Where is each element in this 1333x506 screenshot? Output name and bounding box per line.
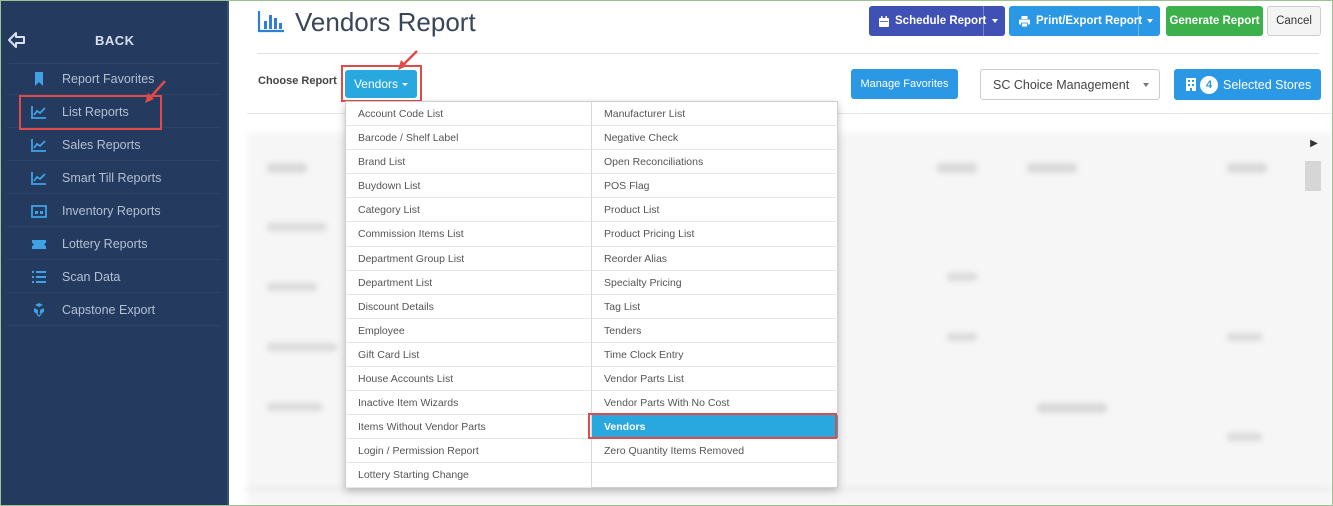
- sidebar-item-label: Capstone Export: [62, 303, 156, 317]
- cancel-label: Cancel: [1276, 15, 1312, 27]
- menu-item[interactable]: Manufacturer List: [592, 102, 838, 127]
- highlight-callout: [588, 413, 837, 439]
- menu-item[interactable]: Department List: [346, 271, 591, 295]
- menu-item[interactable]: Tag List: [592, 295, 838, 319]
- back-button[interactable]: BACK: [1, 23, 229, 59]
- warehouse-icon: [31, 203, 47, 219]
- menu-item[interactable]: Zero Quantity Items Removed: [592, 439, 838, 464]
- menu-item[interactable]: Specialty Pricing: [592, 271, 838, 295]
- sidebar-item-scan-data[interactable]: Scan Data: [7, 261, 221, 293]
- print-dropdown-toggle[interactable]: [1138, 6, 1160, 36]
- menu-item[interactable]: Department Group List: [346, 247, 591, 271]
- caret-down-icon: [991, 19, 998, 23]
- sidebar-item-label: Smart Till Reports: [62, 171, 162, 185]
- building-icon: [1186, 78, 1196, 91]
- sidebar-item-sales-reports[interactable]: Sales Reports: [7, 129, 221, 161]
- menu-column-right: Manufacturer List Negative Check Open Re…: [592, 102, 838, 464]
- menu-item[interactable]: Discount Details: [346, 295, 591, 319]
- caret-down-icon: [1146, 19, 1153, 23]
- sidebar-item-label: Lottery Reports: [62, 237, 148, 251]
- store-group-select[interactable]: SC Choice Management: [980, 69, 1160, 100]
- cubes-icon: [31, 302, 47, 318]
- menu-item[interactable]: Employee: [346, 319, 591, 343]
- back-label: BACK: [95, 33, 135, 48]
- menu-item[interactable]: Inactive Item Wizards: [346, 391, 591, 416]
- print-export-label: Print/Export Report: [1036, 15, 1143, 27]
- menu-item[interactable]: Login / Permission Report: [346, 439, 591, 464]
- sidebar-item-report-favorites[interactable]: Report Favorites: [7, 63, 221, 95]
- back-arrow-icon: [7, 30, 27, 50]
- schedule-report-label: Schedule Report: [895, 15, 987, 27]
- menu-item[interactable]: Lottery Starting Change: [346, 463, 591, 488]
- store-group-value: SC Choice Management: [993, 78, 1130, 92]
- callout-arrow-icon: [398, 50, 418, 70]
- sidebar: BACK Report Favorites List Reports Sales…: [1, 1, 229, 505]
- selected-stores-label: Selected Stores: [1223, 77, 1312, 92]
- menu-item[interactable]: Buydown List: [346, 174, 591, 199]
- sidebar-item-lottery-reports[interactable]: Lottery Reports: [7, 228, 221, 260]
- ticket-icon: [31, 236, 47, 252]
- list-icon: [31, 269, 47, 285]
- print-export-report-button[interactable]: Print/Export Report: [1009, 6, 1160, 36]
- menu-item[interactable]: Product Pricing List: [592, 222, 838, 247]
- menu-item[interactable]: Barcode / Shelf Label: [346, 126, 591, 151]
- manage-favorites-label: Manage Favorites: [860, 78, 949, 90]
- sidebar-item-capstone-export[interactable]: Capstone Export: [7, 294, 221, 326]
- menu-item[interactable]: Commission Items List: [346, 222, 591, 247]
- menu-item[interactable]: Product List: [592, 198, 838, 223]
- menu-item[interactable]: Negative Check: [592, 126, 838, 151]
- menu-item[interactable]: Account Code List: [346, 102, 591, 127]
- bookmark-icon: [31, 71, 47, 87]
- menu-item[interactable]: Gift Card List: [346, 343, 591, 368]
- chart-line-icon: [31, 170, 47, 186]
- callout-arrow-icon: [145, 80, 166, 103]
- scrollbar-thumb[interactable]: [1305, 161, 1321, 191]
- generate-report-label: Generate Report: [1169, 15, 1260, 27]
- menu-item[interactable]: POS Flag: [592, 174, 838, 199]
- schedule-dropdown-toggle[interactable]: [983, 6, 1005, 36]
- selected-stores-button[interactable]: 4 Selected Stores: [1174, 69, 1321, 100]
- menu-item[interactable]: Reorder Alias: [592, 247, 838, 271]
- menu-item[interactable]: House Accounts List: [346, 367, 591, 392]
- menu-item[interactable]: Vendor Parts With No Cost: [592, 391, 838, 416]
- menu-item[interactable]: Brand List: [346, 150, 591, 175]
- menu-item[interactable]: Items Without Vendor Parts: [346, 415, 591, 440]
- stores-count-badge: 4: [1200, 75, 1218, 94]
- menu-item[interactable]: Open Reconciliations: [592, 150, 838, 175]
- cancel-button[interactable]: Cancel: [1267, 6, 1321, 36]
- sidebar-item-label: Scan Data: [62, 270, 121, 284]
- chart-line-icon: [31, 137, 47, 153]
- menu-item[interactable]: Tenders: [592, 319, 838, 343]
- print-icon: [1019, 15, 1030, 27]
- menu-item[interactable]: Vendor Parts List: [592, 367, 838, 392]
- choose-report-label: Choose Report: [258, 75, 337, 87]
- schedule-report-button[interactable]: Schedule Report: [869, 6, 1005, 36]
- sidebar-item-label: Sales Reports: [62, 138, 141, 152]
- bar-chart-icon: [257, 9, 285, 33]
- sidebar-item-label: Inventory Reports: [62, 204, 161, 218]
- calendar-icon: [879, 15, 889, 27]
- menu-item[interactable]: Time Clock Entry: [592, 343, 838, 368]
- sidebar-item-inventory-reports[interactable]: Inventory Reports: [7, 195, 221, 227]
- page-title: Vendors Report: [295, 7, 476, 37]
- caret-down-icon: [1143, 83, 1149, 87]
- menu-item[interactable]: Category List: [346, 198, 591, 223]
- generate-report-button[interactable]: Generate Report: [1166, 6, 1263, 36]
- sidebar-item-smart-till-reports[interactable]: Smart Till Reports: [7, 162, 221, 194]
- main-panel: Vendors Report Schedule Report Print/Exp…: [231, 1, 1332, 505]
- manage-favorites-button[interactable]: Manage Favorites: [851, 69, 958, 99]
- menu-column-left: Account Code List Barcode / Shelf Label …: [346, 102, 592, 488]
- scroll-right-icon[interactable]: ▶: [1307, 133, 1321, 153]
